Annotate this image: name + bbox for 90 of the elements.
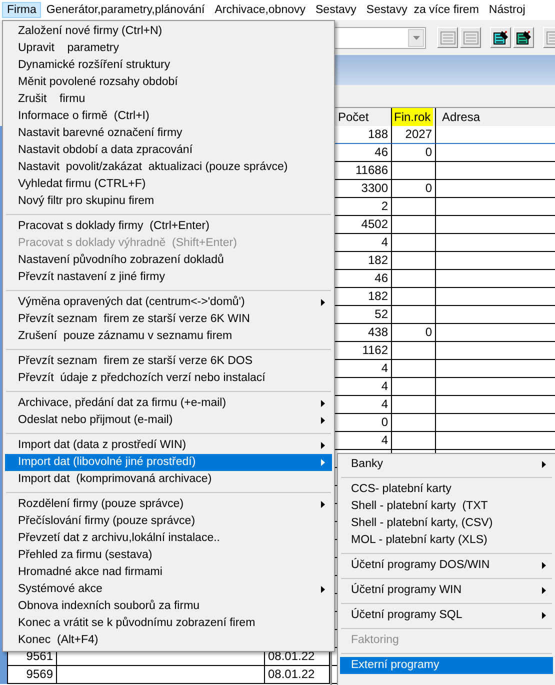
table-cell: [392, 252, 436, 270]
menu-item[interactable]: Banky: [340, 456, 553, 473]
submenu-arrow-icon: [542, 612, 546, 619]
menu-item[interactable]: Převzít seznam firem ze starší verze 6K WIN: [5, 311, 332, 328]
table-cell: [392, 360, 436, 378]
column-header[interactable]: Fin.rok: [392, 108, 436, 126]
menu-item[interactable]: Založení nové firmy (Ctrl+N): [5, 23, 332, 40]
menu-item[interactable]: MOL - platební karty (XLS): [340, 532, 553, 549]
menu-item[interactable]: Zrušení pouze záznamu v seznamu firem: [5, 328, 332, 345]
menu-bar-item[interactable]: Generátor,parametry,plánování: [41, 2, 210, 18]
submenu-arrow-icon: [321, 586, 325, 593]
submenu-arrow-icon: [321, 459, 325, 466]
menu-item[interactable]: Nastavení původního zobrazení dokladů: [5, 252, 332, 269]
menu-item[interactable]: Archivace, předání dat za firmu (+e-mail): [5, 395, 332, 412]
table-cell: [392, 198, 436, 216]
menu-item[interactable]: Konec a vrátit se k původnímu zobrazení firem: [5, 615, 332, 632]
submenu-arrow-icon: [542, 562, 546, 569]
menu-bar-item[interactable]: Nástroj: [484, 2, 530, 18]
menu-item[interactable]: Import dat (libovolné jiné prostředí): [5, 454, 332, 471]
submenu-arrow-icon: [542, 587, 546, 594]
menu-item[interactable]: Nastavit období a data zpracování: [5, 142, 332, 159]
table-cell: [392, 306, 436, 324]
menu-bar-item[interactable]: Firma: [2, 2, 42, 18]
submenu-arrow-icon: [321, 442, 325, 449]
menu-item[interactable]: Účetní programy WIN: [340, 582, 553, 599]
table-cell: 2027: [392, 126, 436, 144]
menu-bar-item[interactable]: Archivace,obnovy: [210, 2, 310, 18]
table-cell: [392, 378, 436, 396]
menu-item[interactable]: Konec (Alt+F4): [5, 632, 332, 649]
dropdown-button[interactable]: [408, 28, 424, 46]
submenu-arrow-icon: [321, 417, 325, 424]
menu-item[interactable]: CCS- platební karty: [340, 481, 553, 498]
table-cell: 9569: [8, 666, 57, 684]
menu-item[interactable]: Informace o firmě (Ctrl+I): [5, 108, 332, 125]
menu-item[interactable]: Vyhledat firmu (CTRL+F): [5, 176, 332, 193]
menu-item[interactable]: Hromadné akce nad firmami: [5, 564, 332, 581]
menu-item[interactable]: Rozdělení firmy (pouze správce): [5, 496, 332, 513]
table-cell: [392, 234, 436, 252]
menu-item[interactable]: Účetní programy DOS/WIN: [340, 557, 553, 574]
menu-item[interactable]: Shell - platební karty (TXT: [340, 498, 553, 515]
menu-bar-item[interactable]: Sestavy: [310, 2, 362, 18]
table-cell: [392, 396, 436, 414]
toolbar-button[interactable]: [490, 27, 511, 48]
menu-item[interactable]: Import dat (data z prostředí WIN): [5, 437, 332, 454]
table-cell: [392, 414, 436, 432]
column-header[interactable]: Adresa: [436, 108, 555, 126]
dropdown-arrow-icon: [412, 36, 420, 40]
table-cell: [392, 270, 436, 288]
table-cell: [392, 342, 436, 360]
table-cell: [392, 432, 436, 450]
menu-item[interactable]: Převzít seznam firem ze starší verze 6K DOS: [5, 353, 332, 370]
menu-item[interactable]: Výměna opravených dat (centrum<->'domů'): [5, 294, 332, 311]
form-icon: [462, 30, 478, 46]
edit-document-icon: [516, 30, 532, 46]
menu-item[interactable]: Obnova indexních souborů za firmu: [5, 598, 332, 615]
submenu-arrow-icon: [321, 299, 325, 306]
form-icon: [440, 30, 456, 46]
menu-item[interactable]: Pracovat s doklady firmy (Ctrl+Enter): [5, 218, 332, 235]
menu-item[interactable]: Přehled za firmu (sestava): [5, 547, 332, 564]
table-cell: 0: [392, 180, 436, 198]
menu-item[interactable]: Systémové akce: [5, 581, 332, 598]
menu-item[interactable]: Převzít nastavení z jiné firmy: [5, 269, 332, 286]
table-cell: [392, 288, 436, 306]
menu-item[interactable]: Zrušit firmu: [5, 91, 332, 108]
table-cell: [392, 216, 436, 234]
menu-item[interactable]: Účetní programy SQL: [340, 607, 553, 624]
row-header[interactable]: [0, 666, 8, 684]
menu-item[interactable]: Dynamické rozšíření struktury: [5, 57, 332, 74]
table-cell: 0: [392, 324, 436, 342]
menu-item[interactable]: Shell - platební karty, (CSV): [340, 515, 553, 532]
menu-item[interactable]: Import dat (komprimovaná archivace): [5, 471, 332, 488]
toolbar-button[interactable]: [513, 27, 534, 48]
menu-item[interactable]: Odeslat nebo přijmout (e-mail): [5, 412, 332, 429]
table-cell: 0: [392, 144, 436, 162]
menu-item[interactable]: Nastavit barevné označení firmy: [5, 125, 332, 142]
edit-document-icon: [492, 30, 508, 46]
menu-item[interactable]: Nový filtr pro skupinu firem: [5, 193, 332, 210]
menu-item[interactable]: Přečíslování firmy (pouze správce): [5, 513, 332, 530]
menu-item[interactable]: Nastavit povolit/zakázat aktualizaci (pouze správce): [5, 159, 332, 176]
menu-item[interactable]: Měnit povolené rozsahy období: [5, 74, 332, 91]
menu-item[interactable]: Převzetí dat z archivu,lokální instalace..: [5, 530, 332, 547]
menu-item[interactable]: Upravit parametry: [5, 40, 332, 57]
menu-item[interactable]: Externí programy: [340, 657, 553, 674]
menu-bar-item[interactable]: Sestavy za více firem: [361, 2, 484, 18]
table-cell: [392, 162, 436, 180]
submenu-arrow-icon: [321, 400, 325, 407]
submenu-arrow-icon: [321, 501, 325, 508]
combo-box[interactable]: [332, 26, 426, 48]
submenu-arrow-icon: [542, 461, 546, 468]
menu-item[interactable]: Převzít údaje z předchozích verzí nebo instalací: [5, 370, 332, 387]
